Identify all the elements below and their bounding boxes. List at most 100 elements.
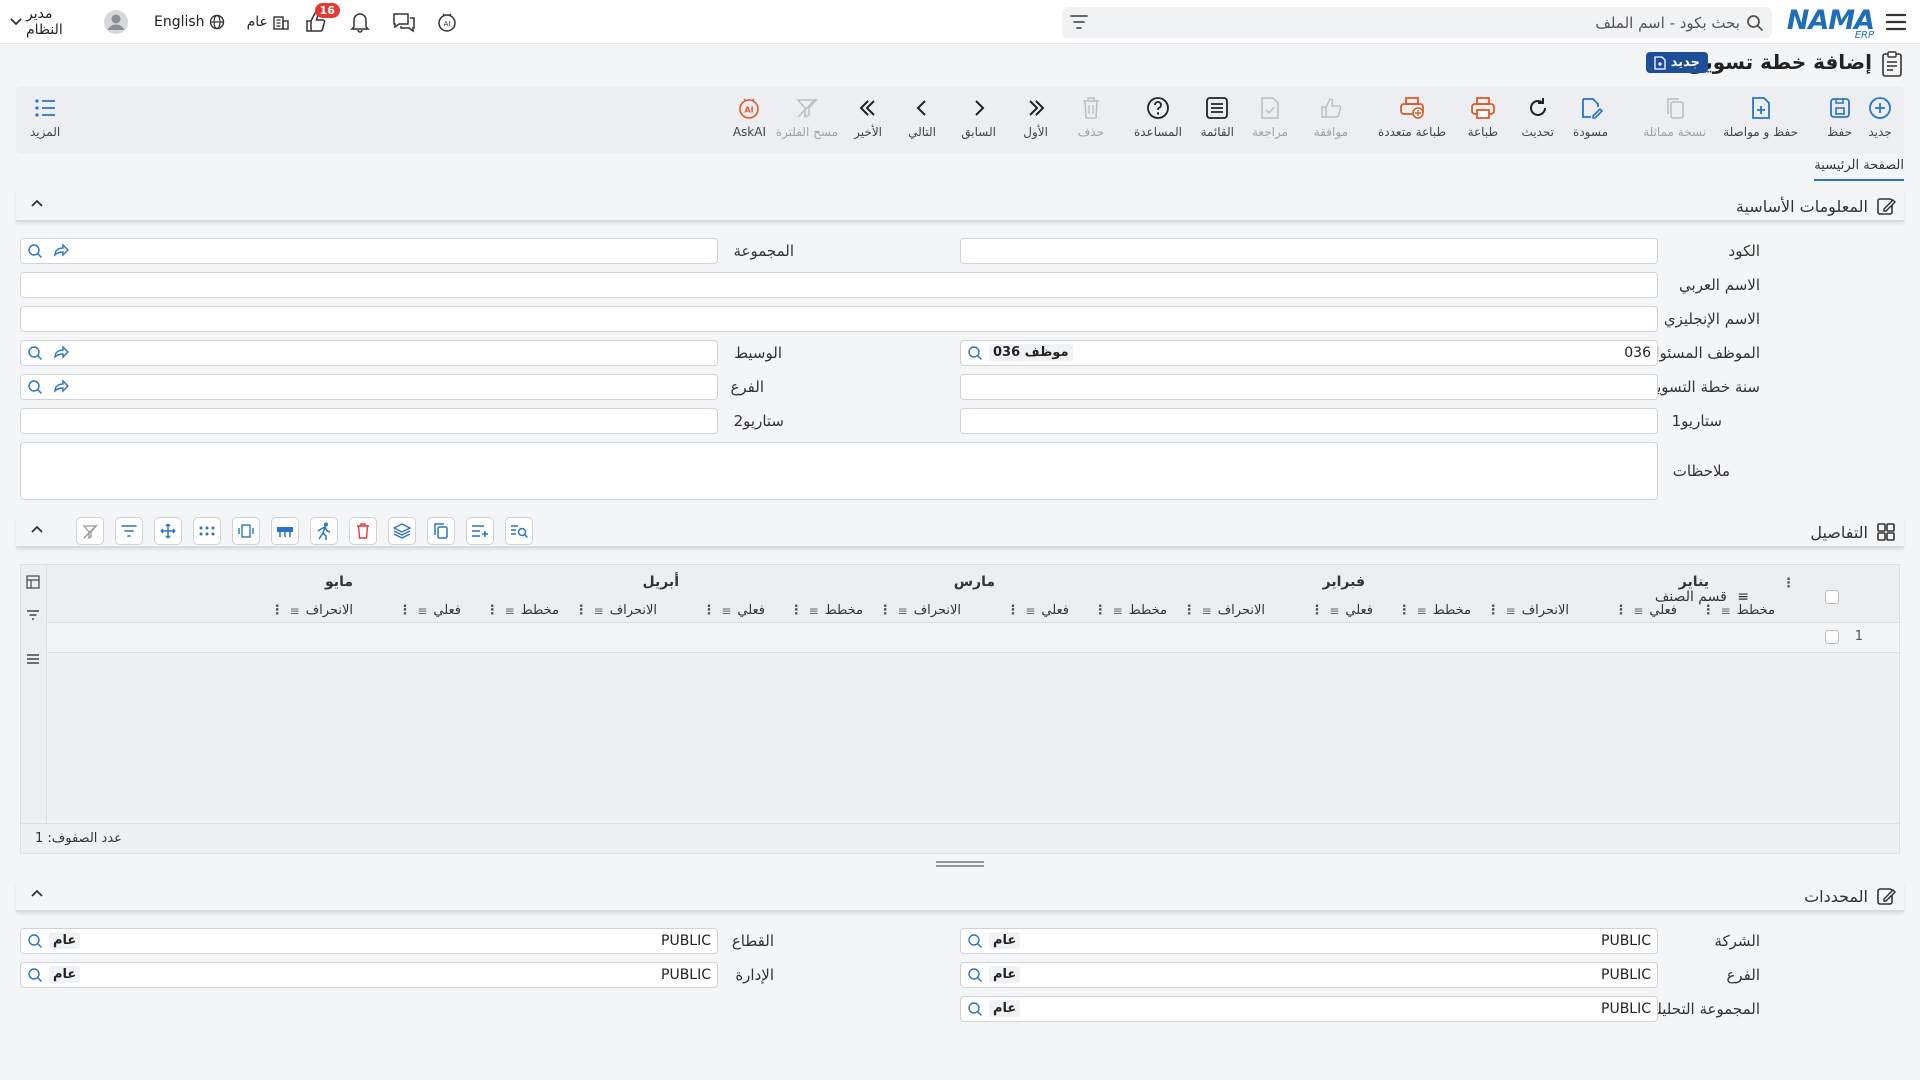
search-refresh-icon[interactable] [27,243,43,259]
nama-logo[interactable]: NAMA ERP [1787,5,1875,41]
save-button[interactable]: حفظ [1827,96,1852,139]
apr-actual-header[interactable]: فعلي ≡ ⋮ [702,603,765,618]
grid-columns-button[interactable] [232,517,260,545]
table-settings-icon[interactable] [26,575,40,589]
branch-input[interactable] [20,374,718,400]
approve-button[interactable]: موافقة [1314,96,1348,139]
grid-dots-button[interactable] [193,517,221,545]
chevron-up-icon[interactable] [30,198,44,208]
scenario2-input[interactable] [20,408,718,434]
determinants-section-header[interactable]: المحددات [16,880,1904,912]
scenario1-input[interactable] [960,408,1658,434]
grid-clear-filter-button[interactable] [76,517,104,545]
list-button[interactable]: القائمة [1201,96,1234,139]
more-button[interactable]: المزيد [30,96,60,139]
row-checkbox[interactable] [1825,630,1839,644]
may-actual-header[interactable]: فعلي ≡ ⋮ [398,603,461,618]
search-refresh-icon[interactable] [967,933,983,949]
feb-actual-header[interactable]: فعلي ≡ ⋮ [1310,603,1373,618]
messages-button[interactable] [392,11,416,33]
feb-planned-header[interactable]: مخطط ≡ ⋮ [1398,603,1471,618]
filter-icon[interactable] [26,609,40,621]
next-button[interactable]: التالي [908,96,936,139]
copy-button[interactable]: نسخة مماثلة [1643,96,1706,139]
employee-input[interactable]: 036 موظف 036 [960,340,1658,366]
may-variance-header[interactable]: الانحراف ≡ ⋮ [271,603,353,618]
search-refresh-icon[interactable] [27,967,43,983]
mar-variance-header[interactable]: الانحراف ≡ ⋮ [879,603,961,618]
approvals-button[interactable]: 16 [304,3,340,33]
mar-planned-header[interactable]: مخطط ≡ ⋮ [1094,603,1167,618]
analytic-group-input[interactable]: PUBLIC عام [960,996,1658,1022]
jan-variance-header[interactable]: الانحراف ≡ ⋮ [1487,603,1569,618]
jan-planned-header[interactable]: مخطط ≡ ⋮ [1702,603,1775,618]
plan-year-input[interactable] [960,374,1658,400]
previous-button[interactable]: السابق [961,96,996,139]
multi-print-button[interactable]: طباعة متعددة [1378,96,1446,139]
grid-search-button[interactable] [505,517,533,545]
notifications-button[interactable] [350,11,370,33]
details-section-header[interactable]: التفاصيل [16,516,1904,548]
table-row[interactable]: 1 [47,623,1899,653]
grid-move-button[interactable] [154,517,182,545]
scope-switch[interactable]: عام [247,13,290,31]
broker-input[interactable] [20,340,718,366]
search-refresh-icon[interactable] [967,345,983,361]
draft-button[interactable]: مسودة [1573,96,1608,139]
grid-table-button[interactable] [271,517,299,545]
mar-actual-header[interactable]: فعلي ≡ ⋮ [1006,603,1069,618]
grid-layers-button[interactable] [388,517,416,545]
new-button[interactable]: جديد [1868,96,1892,139]
search-refresh-icon[interactable] [27,379,43,395]
grid-insert-row-button[interactable] [466,517,494,545]
search-box[interactable]: بحث بكود - اسم الملف [1062,7,1772,38]
filter-icon[interactable] [1070,14,1088,30]
language-switch[interactable]: English [154,14,225,30]
ai-assistant-button[interactable]: AI [436,11,458,33]
jan-actual-header[interactable]: فعلي ≡ ⋮ [1614,603,1677,618]
group-input[interactable] [20,238,718,264]
category-header-menu[interactable]: ⋮ [1782,575,1795,591]
apr-planned-header[interactable]: مخطط ≡ ⋮ [790,603,863,618]
apr-variance-header[interactable]: الانحراف ≡ ⋮ [575,603,657,618]
help-button[interactable]: المساعدة [1134,96,1182,139]
tab-main[interactable]: الصفحة الرئيسية [1814,158,1904,181]
menu-icon[interactable] [1884,10,1908,34]
sector-input[interactable]: PUBLIC عام [20,928,718,954]
may-planned-header[interactable]: مخطط ≡ ⋮ [486,603,559,618]
refresh-button[interactable]: تحديث [1521,96,1554,139]
review-button[interactable]: مراجعة [1252,96,1288,139]
grid-run-button[interactable] [310,517,338,545]
feb-variance-header[interactable]: الانحراف ≡ ⋮ [1183,603,1265,618]
chevron-up-icon[interactable] [30,524,44,534]
navigate-icon[interactable] [53,379,69,393]
chevron-up-icon[interactable] [30,888,44,898]
grid-copy-button[interactable] [427,517,455,545]
basic-info-section-header[interactable]: المعلومات الأساسية [16,190,1904,222]
delete-button[interactable]: حذف [1078,96,1104,139]
navigate-icon[interactable] [53,243,69,257]
last-button[interactable]: الأخير [854,96,882,139]
print-button[interactable]: طباعة [1468,96,1498,139]
search-refresh-icon[interactable] [27,933,43,949]
notes-textarea[interactable] [20,442,1658,500]
det-branch-input[interactable]: PUBLIC عام [960,962,1658,988]
grid-delete-button[interactable] [349,517,377,545]
code-input[interactable] [960,238,1658,264]
first-button[interactable]: الأول [1023,96,1048,139]
row-menu-icon[interactable] [26,653,40,665]
english-name-input[interactable] [20,306,1658,332]
search-refresh-icon[interactable] [967,967,983,983]
clear-filter-button[interactable]: مسح الفلترة [776,96,838,139]
search-refresh-icon[interactable] [27,345,43,361]
user-menu[interactable]: مدير النظام [10,6,128,38]
save-continue-button[interactable]: حفظ و مواصلة [1723,96,1798,139]
askai-button[interactable]: AI AskAI [733,96,766,139]
navigate-icon[interactable] [53,345,69,359]
company-input[interactable]: PUBLIC عام [960,928,1658,954]
grid-filter-button[interactable] [115,517,143,545]
search-refresh-icon[interactable] [967,1001,983,1017]
admin-input[interactable]: PUBLIC عام [20,962,718,988]
resize-handle[interactable] [936,861,984,867]
arabic-name-input[interactable] [20,272,1658,298]
